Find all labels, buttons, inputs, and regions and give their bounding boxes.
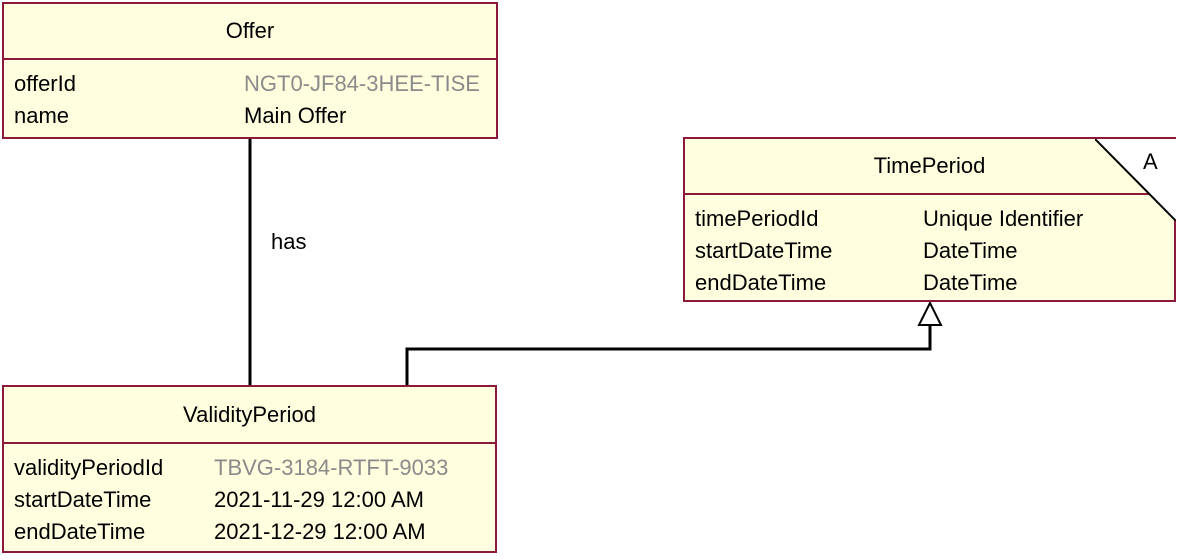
validityperiod-class-title: ValidityPeriod <box>183 401 316 427</box>
attribute-name: endDateTime <box>14 519 146 544</box>
attribute-value: 2021-12-29 12:00 AM <box>214 519 426 544</box>
attribute-name: name <box>14 103 70 128</box>
validityperiod-class-header: ValidityPeriod <box>4 387 495 444</box>
attribute-value: NGT0-JF84-3HEE-TISE <box>244 71 480 96</box>
validityperiod-class-box[interactable]: ValidityPeriod validityPeriodId TBVG-318… <box>2 385 497 553</box>
attribute-value: Main Offer <box>244 103 347 128</box>
generalization-line <box>405 325 932 385</box>
attribute-row: name Main Offer <box>4 100 496 132</box>
generalization-arrowhead <box>917 300 943 326</box>
attribute-name: endDateTime <box>695 270 827 295</box>
attribute-row: validityPeriodId TBVG-3184-RTFT-9033 <box>4 452 495 484</box>
timeperiod-class-box[interactable]: TimePeriod timePeriodId Unique Identifie… <box>683 137 1176 302</box>
offer-class-box[interactable]: Offer offerId NGT0-JF84-3HEE-TISE name M… <box>2 2 498 139</box>
attribute-row: endDateTime DateTime <box>685 267 1174 299</box>
attribute-value: TBVG-3184-RTFT-9033 <box>214 455 449 480</box>
attribute-row: offerId NGT0-JF84-3HEE-TISE <box>4 68 496 100</box>
attribute-row: startDateTime 2021-11-29 12:00 AM <box>4 484 495 516</box>
timeperiod-class-title: TimePeriod <box>873 153 986 178</box>
attribute-value: Unique Identifier <box>923 206 1084 231</box>
attribute-value: DateTime <box>923 270 1018 295</box>
abstract-marker-label: A <box>1143 149 1158 174</box>
attribute-name: timePeriodId <box>695 206 819 231</box>
attribute-row: startDateTime DateTime <box>685 235 1174 267</box>
association-label: has <box>271 229 307 254</box>
attribute-value: 2021-11-29 12:00 AM <box>214 487 424 512</box>
abstract-corner-marker <box>1095 139 1176 221</box>
attribute-name: validityPeriodId <box>14 455 164 480</box>
attribute-name: startDateTime <box>14 487 152 512</box>
attribute-row: endDateTime 2021-12-29 12:00 AM <box>4 516 495 548</box>
attribute-value: DateTime <box>923 238 1018 263</box>
offer-class-header: Offer <box>4 4 496 60</box>
attribute-name: offerId <box>14 71 76 96</box>
attribute-name: startDateTime <box>695 238 833 263</box>
offer-class-title: Offer <box>225 18 275 43</box>
